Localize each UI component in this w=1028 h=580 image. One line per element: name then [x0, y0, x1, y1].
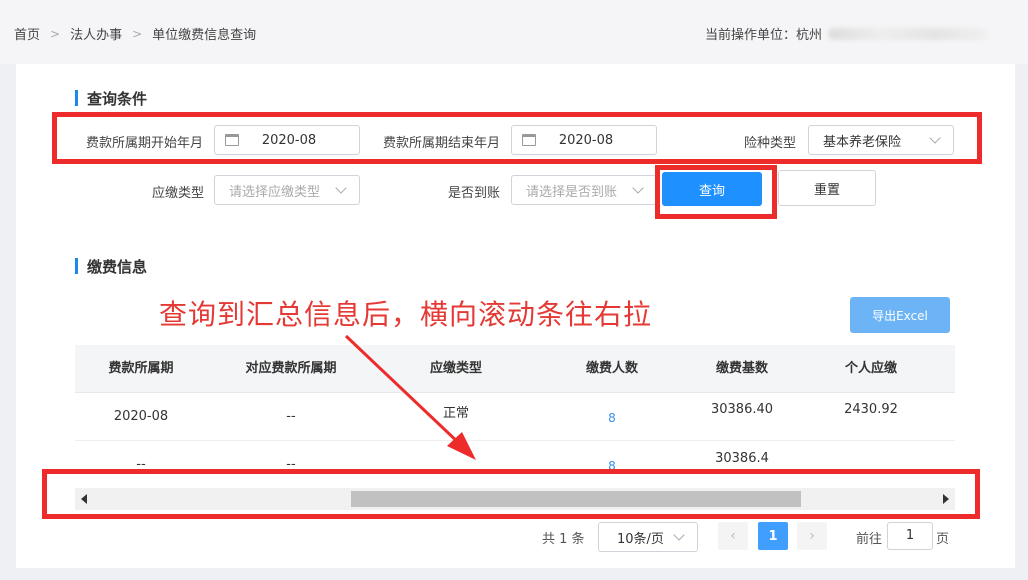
blurred-unit-name	[828, 27, 988, 40]
chevron-right-icon: >	[132, 26, 143, 41]
cell-base: 30386.4	[715, 451, 769, 466]
table-row: 2020-08 -- 正常 8 30386.40 2430.92	[75, 393, 955, 441]
highlight-box-filters	[52, 112, 982, 164]
breadcrumb-home[interactable]: 首页	[14, 24, 40, 43]
goto-label: 前往	[856, 532, 883, 547]
page-1-button[interactable]: 1	[758, 522, 788, 550]
breadcrumb-current: 单位缴费信息查询	[152, 28, 257, 43]
cell-period: 2020-08	[113, 409, 169, 424]
prev-page-button[interactable]: ‹	[718, 522, 748, 550]
pay-type-select[interactable]: 请选择应缴类型	[214, 175, 360, 205]
export-excel-button[interactable]: 导出Excel	[850, 297, 950, 333]
chevron-down-icon	[673, 529, 685, 541]
reset-button[interactable]: 重置	[778, 170, 876, 206]
page-suffix: 页	[936, 532, 950, 547]
header-base: 缴费基数	[715, 361, 768, 376]
cell-related-period: --	[286, 409, 296, 424]
header-pay-type: 应缴类型	[429, 361, 482, 376]
payment-table: 费款所属期 对应费款所属期 应缴类型 缴费人数 缴费基数 个人应缴 2020-0…	[75, 345, 955, 485]
current-unit: 当前操作单位：杭州	[705, 24, 988, 43]
header-personal: 个人应缴	[844, 361, 897, 376]
chevron-down-icon	[335, 182, 347, 194]
cell-headcount-link[interactable]: 8	[537, 411, 687, 425]
page-size-select[interactable]: 10条/页	[598, 522, 698, 552]
pay-type-placeholder: 请选择应缴类型	[229, 184, 321, 200]
highlight-box-scrollbar	[42, 469, 980, 519]
breadcrumb-legal[interactable]: 法人办事	[70, 24, 122, 43]
arrived-placeholder: 请选择是否到账	[526, 184, 618, 200]
total-count: 共 1 条	[542, 532, 585, 547]
highlight-box-query	[655, 165, 777, 219]
header-headcount: 缴费人数	[585, 361, 638, 376]
query-section-title: 查询条件	[75, 88, 147, 109]
pay-type-label: 应缴类型	[151, 186, 204, 201]
next-page-button[interactable]: ›	[797, 522, 827, 550]
current-unit-label: 当前操作单位：杭州	[704, 28, 822, 43]
page-size-value: 10条/页	[617, 531, 664, 547]
goto-page-input[interactable]: 1	[887, 522, 933, 550]
arrived-select[interactable]: 请选择是否到账	[511, 175, 657, 205]
top-bar: 首页 > 法人办事 > 单位缴费信息查询 当前操作单位：杭州	[0, 0, 1028, 64]
arrived-label: 是否到账	[447, 186, 500, 201]
cell-personal: 2430.92	[844, 402, 898, 417]
annotation-text: 查询到汇总信息后，横向滚动条往右拉	[159, 298, 653, 331]
payment-section-title: 缴费信息	[75, 256, 147, 277]
header-related-period: 对应费款所属期	[245, 361, 337, 376]
table-header: 费款所属期 对应费款所属期 应缴类型 缴费人数 缴费基数 个人应缴	[75, 345, 955, 393]
chevron-right-icon: >	[50, 26, 61, 41]
cell-pay-type: 正常	[442, 406, 469, 421]
cell-base: 30386.40	[710, 402, 774, 417]
breadcrumb: 首页 > 法人办事 > 单位缴费信息查询	[14, 24, 257, 44]
header-period: 费款所属期	[108, 361, 174, 376]
chevron-down-icon	[632, 182, 644, 194]
